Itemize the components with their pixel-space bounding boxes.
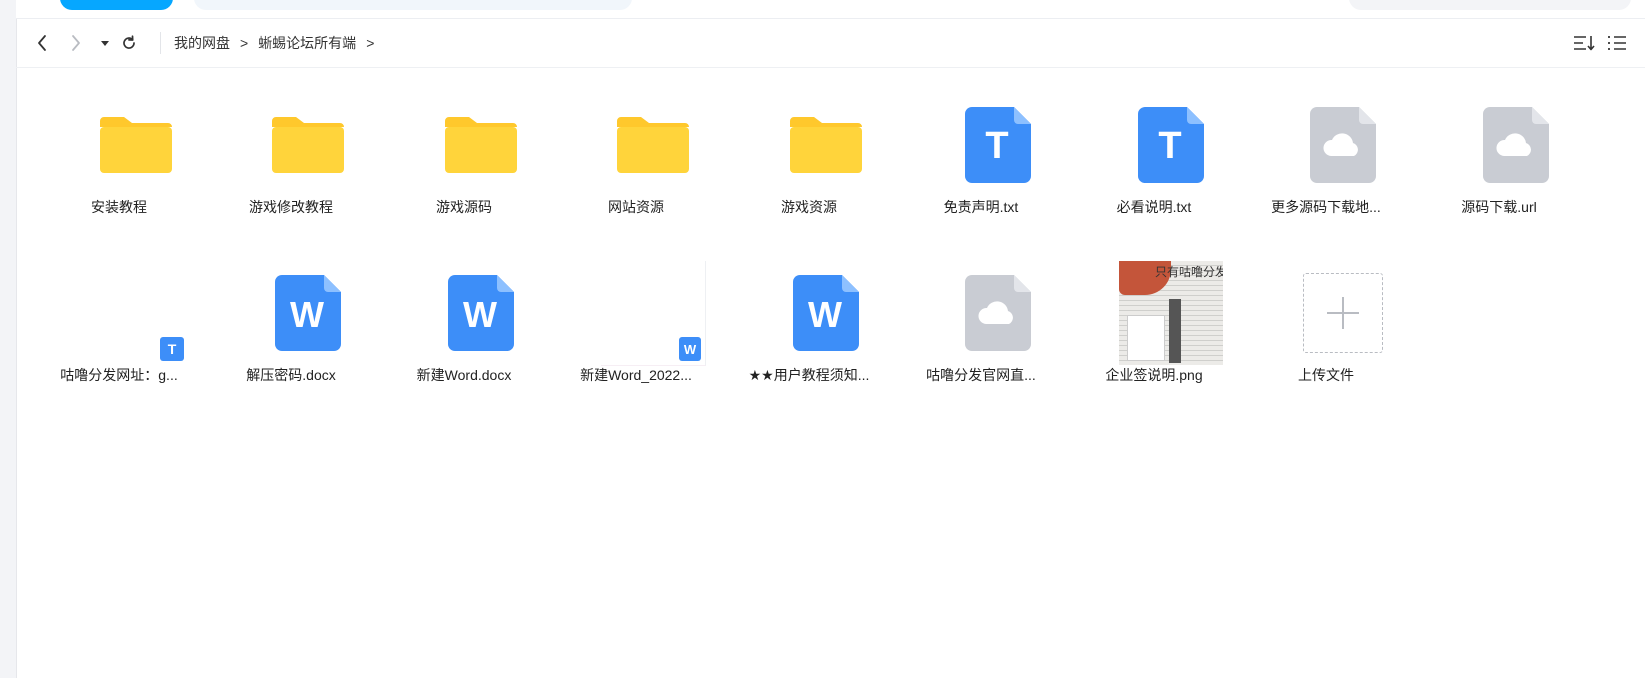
cloud-file-icon (1291, 93, 1395, 197)
refresh-icon[interactable] (120, 33, 138, 53)
txt-thumbnail-icon: T (84, 261, 188, 365)
breadcrumb-root[interactable]: 我的网盘 (174, 33, 230, 53)
folder-icon (774, 93, 878, 197)
file-name: 必看说明.txt (1116, 199, 1192, 215)
file-item[interactable]: 源码下载.url (1424, 85, 1574, 245)
file-item[interactable]: 更多源码下载地... (1251, 85, 1401, 245)
file-item[interactable]: T 咕噜分发网址：g... (44, 253, 194, 413)
word-file-icon: W (429, 261, 533, 365)
thumbnail-caption: 只有咕噜分发 (1155, 265, 1223, 279)
file-item[interactable]: 游戏源码 (389, 85, 539, 245)
file-name: 新建Word_2022... (580, 367, 692, 383)
word-file-icon: W (774, 261, 878, 365)
file-name: 免责声明.txt (943, 199, 1019, 215)
file-name: 更多源码下载地... (1271, 199, 1381, 215)
file-name: 源码下载.url (1461, 199, 1537, 215)
image-thumbnail-icon: 只有咕噜分发 (1119, 261, 1223, 365)
word-thumbnail-icon: W (601, 261, 706, 366)
file-item[interactable]: 咕噜分发官网直... (906, 253, 1056, 413)
folder-icon (601, 93, 705, 197)
file-name: 企业签说明.png (1105, 367, 1203, 383)
cloud-file-icon (1464, 93, 1568, 197)
cloud-file-icon (946, 261, 1050, 365)
folder-icon (84, 93, 188, 197)
svg-text:W: W (463, 294, 497, 335)
file-name: 新建Word.docx (416, 367, 512, 383)
file-item[interactable]: T 必看说明.txt (1079, 85, 1229, 245)
left-sidebar-edge (0, 0, 17, 678)
toolbar-separator (160, 32, 161, 54)
file-name: 咕噜分发网址：g... (60, 367, 178, 383)
file-item[interactable]: T 免责声明.txt (906, 85, 1056, 245)
upload-file-tile[interactable]: 上传文件 (1251, 253, 1401, 413)
svg-text:W: W (808, 294, 842, 335)
forward-icon[interactable] (68, 33, 84, 53)
top-bar (16, 0, 1645, 19)
file-item[interactable]: 安装教程 (44, 85, 194, 245)
file-name: 咕噜分发官网直... (926, 367, 1036, 383)
file-item[interactable]: W 解压密码.docx (216, 253, 366, 413)
folder-icon (429, 93, 533, 197)
back-icon[interactable] (34, 33, 50, 53)
breadcrumb-separator: > (240, 35, 249, 51)
svg-text:W: W (290, 294, 324, 335)
breadcrumb-current-folder[interactable]: 蜥蜴论坛所有端 (258, 33, 356, 53)
breadcrumb-separator: > (366, 35, 375, 51)
word-badge-icon: W (679, 337, 701, 361)
txt-badge-icon: T (160, 337, 184, 361)
list-view-icon[interactable] (1606, 33, 1628, 53)
word-file-icon: W (256, 261, 360, 365)
file-item[interactable]: 游戏资源 (734, 85, 884, 245)
upload-button-partial[interactable] (60, 0, 173, 10)
history-dropdown-icon[interactable] (99, 33, 111, 53)
top-right-bar-partial[interactable] (1349, 0, 1631, 10)
file-name: 游戏资源 (781, 199, 837, 215)
file-item[interactable]: W ★★用户教程须知... (734, 253, 884, 413)
file-name: 游戏修改教程 (249, 199, 333, 215)
breadcrumb: 我的网盘 > 蜥蜴论坛所有端 > (174, 32, 384, 54)
file-item[interactable]: 游戏修改教程 (216, 85, 366, 245)
search-bar-partial[interactable] (194, 0, 632, 10)
sort-icon[interactable] (1572, 33, 1596, 53)
navigation-toolbar: 我的网盘 > 蜥蜴论坛所有端 > (16, 19, 1645, 68)
file-name: 解压密码.docx (246, 367, 336, 383)
file-item[interactable]: 网站资源 (561, 85, 711, 245)
upload-plus-icon (1291, 261, 1395, 365)
svg-text:T: T (1158, 125, 1181, 167)
folder-icon (256, 93, 360, 197)
txt-file-icon: T (1119, 93, 1223, 197)
file-item[interactable]: W 新建Word_2022... (561, 253, 711, 413)
file-name: ★★用户教程须知... (748, 367, 870, 383)
file-item[interactable]: W 新建Word.docx (389, 253, 539, 413)
file-name: 网站资源 (608, 199, 664, 215)
upload-file-label: 上传文件 (1298, 367, 1354, 383)
file-name: 游戏源码 (436, 199, 492, 215)
txt-file-icon: T (946, 93, 1050, 197)
file-name: 安装教程 (91, 199, 147, 215)
svg-text:T: T (985, 125, 1008, 167)
file-item[interactable]: 只有咕噜分发 企业签说明.png (1079, 253, 1229, 413)
